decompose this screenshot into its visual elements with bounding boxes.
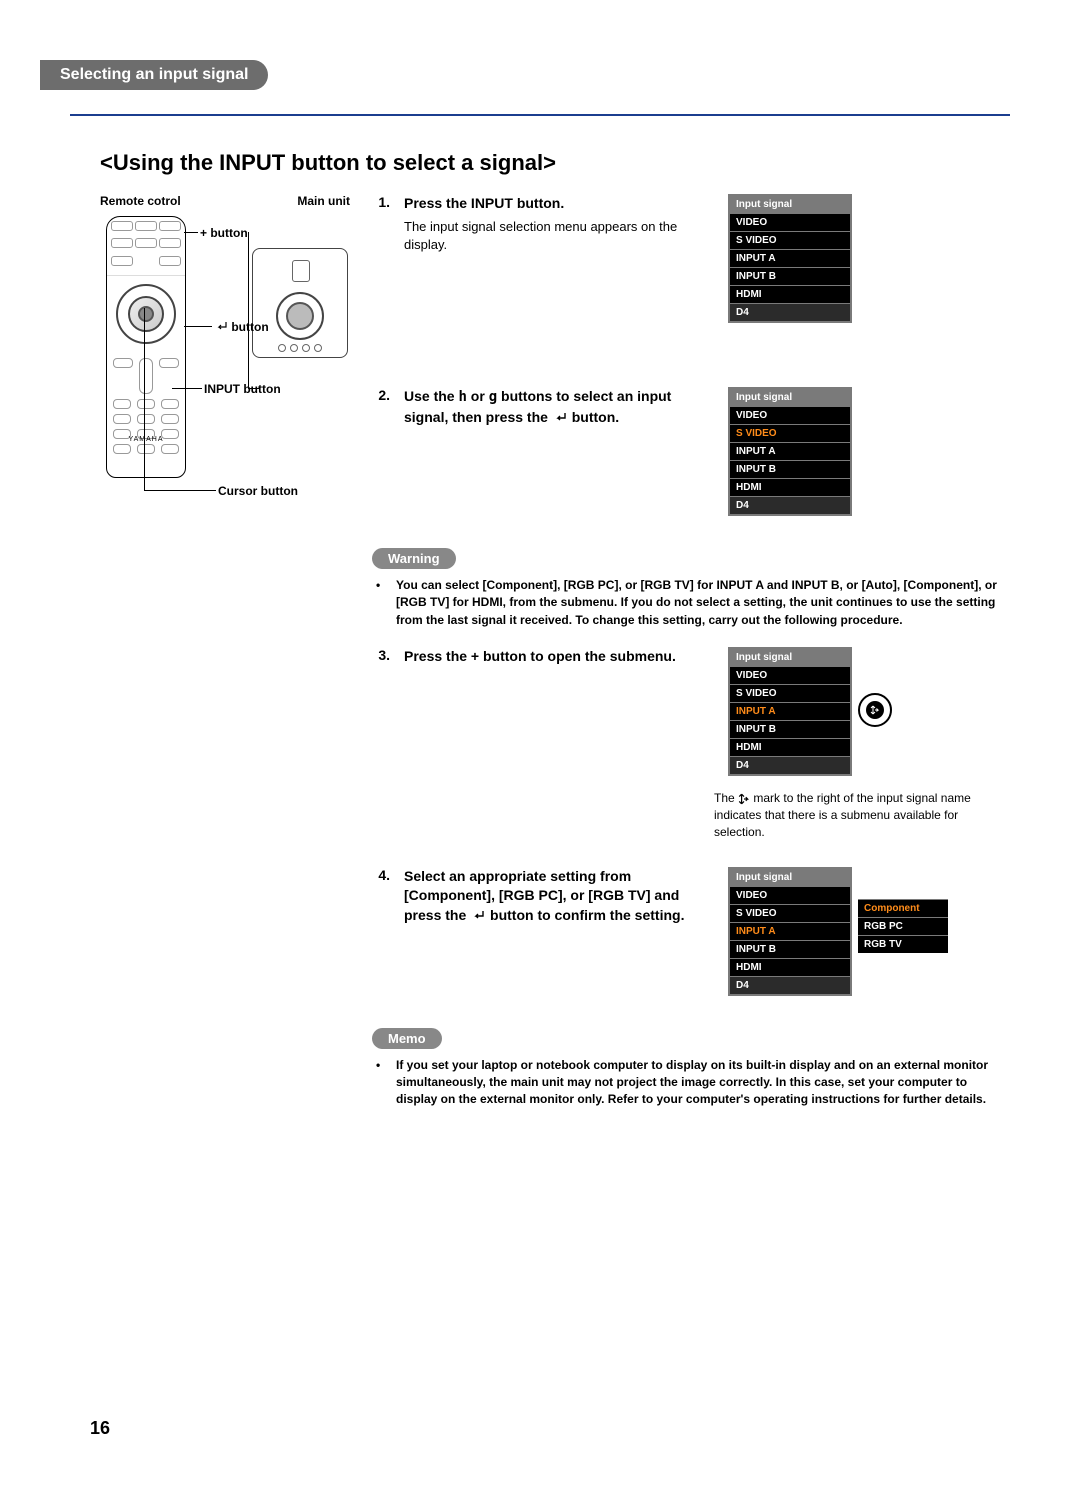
controls-diagram: YAMAHA + button but: [100, 212, 350, 512]
enter-icon: [470, 910, 486, 922]
content-columns: Remote cotrol Main unit: [100, 194, 1010, 1109]
manual-page: Selecting an input signal <Using the INP…: [0, 0, 1080, 1489]
enter-button-callout: button: [214, 320, 269, 334]
down-key-glyph: g: [489, 389, 497, 405]
step-number: 3.: [372, 647, 390, 776]
page-heading: <Using the INPUT button to select a sign…: [100, 150, 1010, 176]
table-row: INPUT A: [730, 249, 850, 267]
step-number: 2.: [372, 387, 390, 516]
submenu-mark-icon: [866, 701, 884, 719]
table-row: S VIDEO: [730, 904, 850, 922]
input-signal-table-1: Input signal VIDEO S VIDEO INPUT A INPUT…: [728, 194, 852, 323]
submenu-row: RGB TV: [858, 935, 948, 953]
table-row: VIDEO: [730, 406, 850, 424]
input-signal-table-3: Input signal VIDEO S VIDEO INPUT A INPUT…: [728, 647, 852, 776]
table-header: Input signal: [730, 869, 850, 886]
enter-icon: [552, 412, 568, 424]
section-pill: Selecting an input signal: [40, 60, 268, 90]
table-row: VIDEO: [730, 666, 850, 684]
page-number: 16: [90, 1418, 110, 1439]
submenu-mark-icon: [738, 793, 750, 805]
step-number: 1.: [372, 194, 390, 323]
table-row: HDMI: [730, 478, 850, 496]
warning-label: Warning: [372, 548, 456, 569]
table-row: S VIDEO: [730, 684, 850, 702]
table-row-selected: S VIDEO: [730, 424, 850, 442]
table-row: HDMI: [730, 285, 850, 303]
table-header: Input signal: [730, 196, 850, 213]
step-number: 4.: [372, 867, 390, 996]
horizontal-rule: [70, 114, 1010, 116]
remote-illustration: YAMAHA: [106, 216, 186, 478]
table-row: D4: [730, 976, 850, 994]
remote-dpad-icon: [116, 284, 176, 344]
table-row: INPUT B: [730, 460, 850, 478]
memo-label: Memo: [372, 1028, 442, 1049]
up-key-glyph: h: [458, 389, 466, 405]
main-unit-illustration: [252, 248, 348, 358]
submenu-row-selected: Component: [858, 899, 948, 917]
bullet-icon: •: [376, 1057, 388, 1109]
step-1: 1. Press the INPUT button. The input sig…: [372, 194, 1010, 323]
input-signal-table-4: Input signal VIDEO S VIDEO INPUT A INPUT…: [728, 867, 852, 996]
table-row-selected: INPUT A: [730, 702, 850, 720]
table-row: D4: [730, 756, 850, 774]
cursor-button-callout: Cursor button: [218, 484, 298, 498]
submenu-row: RGB PC: [858, 917, 948, 935]
warning-text: • You can select [Component], [RGB PC], …: [376, 577, 1010, 629]
table-row-selected: INPUT A: [730, 922, 850, 940]
table-row: INPUT A: [730, 442, 850, 460]
input-button-callout: INPUT button: [204, 382, 281, 396]
table-header: Input signal: [730, 389, 850, 406]
submenu-note: The mark to the right of the input signa…: [714, 790, 974, 840]
remote-label: Remote cotrol: [100, 194, 181, 208]
enter-icon: [214, 321, 228, 333]
plus-button-callout: + button: [200, 226, 248, 240]
submenu-mark-callout-circle: [858, 693, 892, 727]
table-row: INPUT B: [730, 940, 850, 958]
bullet-icon: •: [376, 577, 388, 629]
step-3: 3. Press the + button to open the submen…: [372, 647, 1010, 776]
table-row: HDMI: [730, 738, 850, 756]
table-row: INPUT B: [730, 267, 850, 285]
table-row: VIDEO: [730, 886, 850, 904]
step-4: 4. Select an appropriate setting from [C…: [372, 867, 1010, 996]
section-title: Selecting an input signal: [60, 66, 248, 83]
step-title: Press the INPUT button.: [404, 194, 714, 214]
table-row: VIDEO: [730, 213, 850, 231]
table-row: HDMI: [730, 958, 850, 976]
memo-text: • If you set your laptop or notebook com…: [376, 1057, 1010, 1109]
step-description: The input signal selection menu appears …: [404, 218, 714, 254]
diagram-labels: Remote cotrol Main unit: [100, 194, 350, 208]
step-title: Select an appropriate setting from [Comp…: [404, 867, 714, 926]
step-2: 2. Use the h or g buttons to select an i…: [372, 387, 1010, 516]
main-unit-dpad-icon: [276, 292, 324, 340]
input-signal-table-2: Input signal VIDEO S VIDEO INPUT A INPUT…: [728, 387, 852, 516]
table-row: INPUT B: [730, 720, 850, 738]
diagram-column: Remote cotrol Main unit: [100, 194, 350, 1109]
step-title: Press the + button to open the submenu.: [404, 647, 714, 667]
steps-column: 1. Press the INPUT button. The input sig…: [372, 194, 1010, 1109]
table-header: Input signal: [730, 649, 850, 666]
table-row: D4: [730, 303, 850, 321]
submenu-options-table: Component RGB PC RGB TV: [858, 899, 948, 953]
table-row: S VIDEO: [730, 231, 850, 249]
step-title: Use the h or g buttons to select an inpu…: [404, 387, 714, 427]
memo-block: Memo • If you set your laptop or noteboo…: [372, 1010, 1010, 1109]
warning-block: Warning • You can select [Component], [R…: [372, 530, 1010, 629]
table-row: D4: [730, 496, 850, 514]
main-unit-label: Main unit: [297, 194, 350, 208]
